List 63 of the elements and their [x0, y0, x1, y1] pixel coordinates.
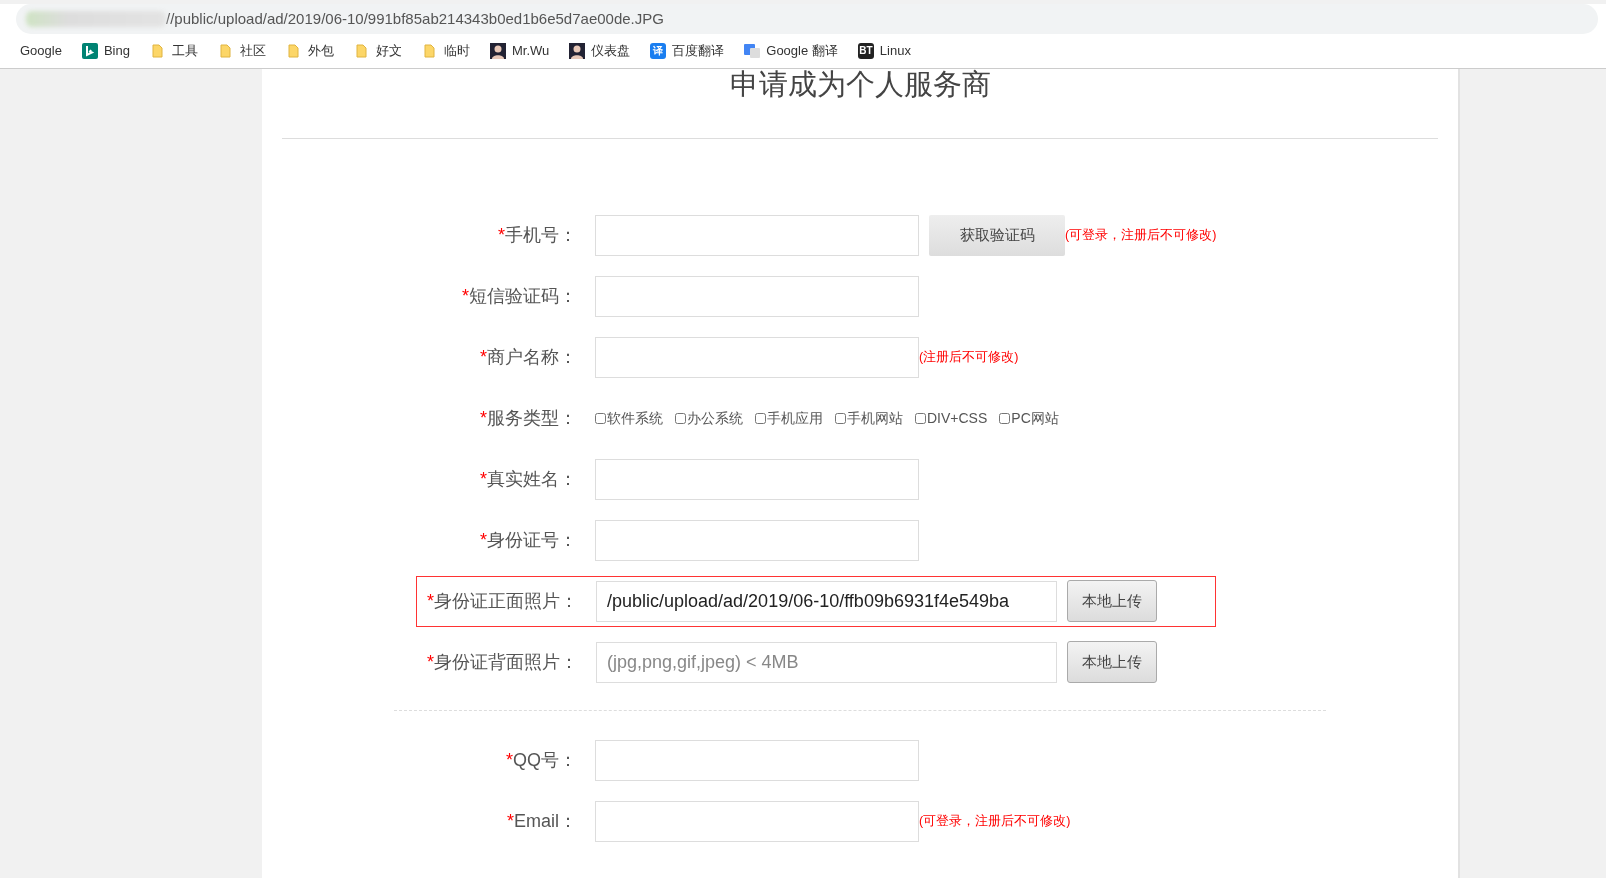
folder-icon [217, 43, 234, 59]
folder-icon [149, 43, 166, 59]
field-note: (注册后不可修改) [919, 348, 1019, 366]
checkbox[interactable] [999, 412, 1011, 424]
folder-icon [421, 43, 438, 59]
input-field[interactable]: /public/upload/ad/2019/06-10/ffb09b6931f4e549ba [596, 580, 1057, 622]
bing-icon [81, 43, 98, 59]
field-label: *商户名称： [479, 345, 578, 369]
field-label: *手机号： [497, 223, 578, 247]
input-field[interactable] [595, 458, 919, 500]
bookmark[interactable]: 译 百度翻译 [640, 41, 735, 61]
bookmark[interactable]: 工具 [139, 41, 208, 61]
bookmark[interactable]: Google 翻译 [734, 41, 848, 61]
checkbox-label: PC网站 [1011, 408, 1059, 428]
input-field[interactable] [595, 800, 919, 842]
checkbox-label: 办公系统 [687, 408, 743, 428]
bookmark[interactable]: 社区 [207, 41, 276, 61]
terminal-icon: BT [857, 43, 874, 59]
checkbox-label: 手机网站 [847, 408, 903, 428]
input-field[interactable] [595, 519, 919, 561]
field-label: *QQ号： [504, 748, 578, 772]
bookmark[interactable]: BT Linux [847, 41, 921, 61]
checkbox[interactable] [755, 412, 766, 424]
upload-button[interactable]: 本地上传 [1067, 641, 1157, 684]
field-label: *身份证正面照片： [426, 589, 579, 613]
field-label: *Email： [505, 809, 578, 833]
input-field[interactable] [595, 336, 919, 378]
bookmark[interactable]: 外包 [275, 41, 344, 61]
translate-icon: 译 [650, 43, 667, 59]
field-label: *身份证号： [479, 528, 578, 552]
address-bar[interactable]: //public/upload/ad/2019/06-10/991bf85ab214343b0ed1b6e5d7ae00de.JPG [16, 4, 1598, 34]
input-field[interactable] [595, 214, 919, 256]
checkbox[interactable] [595, 412, 606, 424]
checkbox-label: 软件系统 [607, 408, 663, 428]
checkbox-label: DIV+CSS [927, 408, 988, 428]
field-label: *真实姓名： [479, 467, 578, 491]
field-label: *身份证背面照片： [426, 650, 579, 674]
checkbox[interactable] [835, 412, 846, 424]
checkbox-label: 手机应用 [767, 408, 823, 428]
input-field[interactable] [595, 739, 919, 781]
field-note: (可登录，注册后不可修改) [1065, 226, 1217, 244]
upload-button[interactable]: 本地上传 [1067, 580, 1157, 623]
field-label: *短信验证码： [461, 284, 578, 308]
field-label: *服务类型： [479, 406, 578, 430]
checkbox[interactable] [675, 412, 686, 424]
url-text: //public/upload/ad/2019/06-10/991bf85ab214343b0ed1b6e5d7ae00de.JPG [166, 8, 664, 29]
input-field[interactable] [595, 275, 919, 317]
bookmark[interactable]: Bing [71, 41, 140, 61]
checkbox[interactable] [915, 412, 926, 424]
folder-icon [353, 43, 370, 59]
input-field[interactable]: (jpg,png,gif,jpeg) < 4MB [596, 641, 1057, 683]
bookmark[interactable]: Mr.Wu [479, 41, 560, 61]
bookmark[interactable]: 好文 [343, 41, 412, 61]
avatar-icon [489, 43, 506, 59]
translate-icon [744, 43, 761, 59]
bookmark[interactable]: 临时 [411, 41, 480, 61]
avatar-icon [569, 43, 586, 59]
page-title: 申请成为个人服务商 [282, 67, 1438, 139]
bookmark[interactable]: 仪表盘 [559, 41, 641, 61]
get-code-button[interactable]: 获取验证码 [929, 214, 1065, 256]
bookmark[interactable]: Google [10, 41, 72, 61]
field-note: (可登录，注册后不可修改) [919, 812, 1071, 830]
folder-icon [285, 43, 302, 59]
